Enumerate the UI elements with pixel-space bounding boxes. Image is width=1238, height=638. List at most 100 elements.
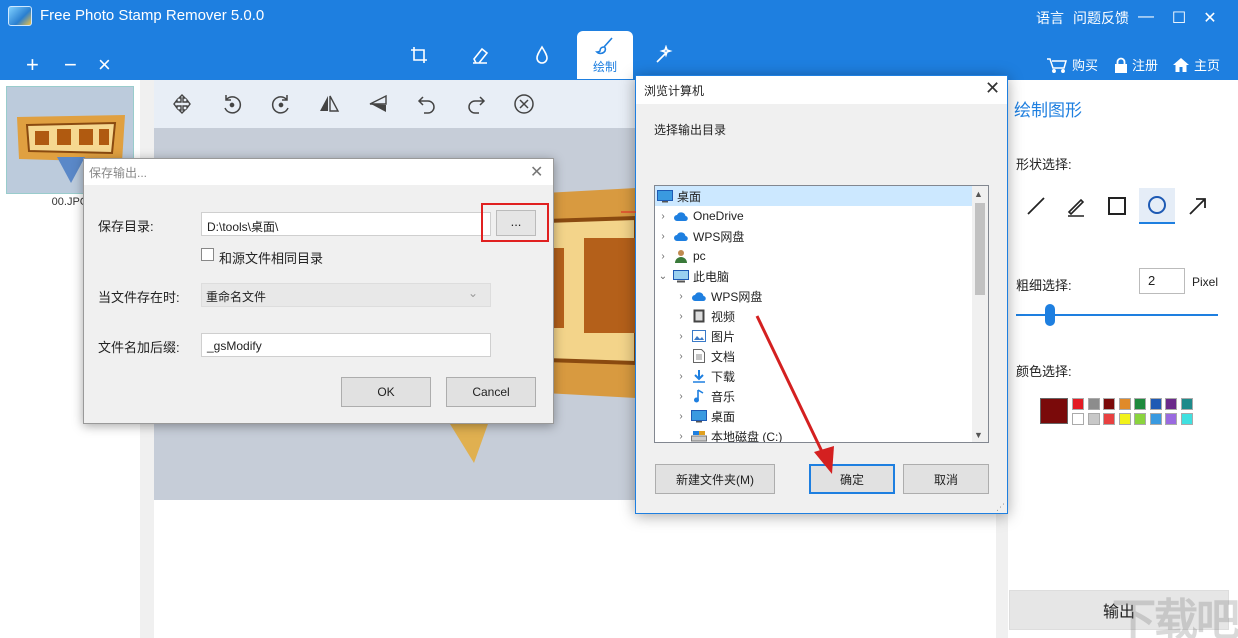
color-swatch[interactable] [1103,398,1115,410]
exists-label: 当文件存在时: [98,290,180,305]
tree-item[interactable]: ⌄ 此电脑 [655,266,988,286]
tree-item[interactable]: › 图片 [655,326,988,346]
chevron-right-icon[interactable]: › [675,391,687,402]
tree-item[interactable]: › 本地磁盘 (C:) [655,426,988,443]
thickness-label: 粗细选择: [1016,278,1072,293]
chevron-right-icon[interactable]: › [675,351,687,362]
color-swatch[interactable] [1087,413,1100,425]
tree-item[interactable]: 桌面 [655,186,988,206]
watermark: 下载吧 [1112,596,1238,638]
save-dialog-titlebar [84,159,553,185]
color-swatch[interactable] [1180,398,1193,410]
thickness-input[interactable]: 2 [1139,268,1185,294]
chevron-right-icon[interactable]: › [675,411,687,422]
color-swatch[interactable] [1165,413,1177,425]
color-swatch[interactable] [1134,398,1146,410]
mode-crop-button[interactable] [391,31,447,79]
flip-vertical-icon[interactable] [366,92,390,116]
tree-item[interactable]: › 桌面 [655,406,988,426]
color-swatch[interactable] [1072,398,1084,410]
mode-eraser-button[interactable] [452,31,508,79]
feedback-link[interactable]: 问题反馈 [1073,8,1129,28]
add-file-button[interactable]: + [26,54,39,76]
minimize-button[interactable]: — [1136,8,1156,26]
user-icon [673,249,689,263]
tree-item[interactable]: › WPS网盘 [655,286,988,306]
color-swatch[interactable] [1180,413,1193,425]
home-link[interactable]: 主页 [1172,55,1220,74]
scroll-down-icon[interactable]: ▼ [974,430,983,440]
buy-link[interactable]: 购买 [1046,55,1098,74]
ellipse-shape-button[interactable] [1139,188,1175,224]
mode-drop-button[interactable] [514,31,570,79]
chevron-right-icon[interactable]: › [675,291,687,302]
tree-item[interactable]: › 音乐 [655,386,988,406]
tree-scroll-thumb[interactable] [975,203,985,295]
same-dir-label: 和源文件相同目录 [219,251,324,266]
rotate-cw-icon[interactable] [269,92,293,116]
save-cancel-button[interactable]: Cancel [446,377,536,407]
mode-draw-button[interactable]: 绘制 [577,31,633,79]
chevron-right-icon[interactable]: › [675,311,687,322]
register-link[interactable]: 注册 [1114,55,1158,74]
color-swatch[interactable] [1118,413,1131,425]
remove-file-button[interactable]: − [64,54,77,76]
suffix-input[interactable]: _gsModify [201,333,491,357]
clear-files-button[interactable]: × [98,54,111,76]
redo-icon[interactable] [464,92,488,116]
chevron-right-icon[interactable]: › [657,231,669,242]
chevron-right-icon[interactable]: › [657,251,669,262]
rotate-ccw-icon[interactable] [220,92,244,116]
mode-wand-button[interactable] [636,31,692,79]
resize-grip-icon[interactable]: ⋰ [996,502,1005,513]
move-icon[interactable] [170,92,194,116]
color-swatch[interactable] [1072,413,1084,425]
video-icon [691,309,707,323]
app-logo-icon [8,6,32,26]
tree-item[interactable]: › 视频 [655,306,988,326]
maximize-button[interactable]: ☐ [1169,8,1189,28]
thickness-slider-handle[interactable] [1045,304,1055,326]
browse-cancel-button[interactable]: 取消 [903,464,989,494]
color-swatch[interactable] [1149,413,1162,425]
language-link[interactable]: 语言 [1036,8,1064,28]
tree-item[interactable]: › OneDrive [655,206,988,226]
color-swatch[interactable] [1149,398,1162,410]
save-ok-button[interactable]: OK [341,377,431,407]
chevron-right-icon[interactable]: › [675,431,687,442]
new-folder-button[interactable]: 新建文件夹(M) [655,464,775,494]
exists-select[interactable]: 重命名文件 ⌄ [201,283,491,307]
save-dialog-close-button[interactable]: ✕ [530,162,543,182]
chevron-right-icon[interactable]: › [657,211,669,222]
close-window-button[interactable]: ✕ [1200,8,1220,28]
line-shape-button[interactable] [1018,188,1054,224]
rectangle-shape-button[interactable] [1099,188,1135,224]
computer-icon [673,269,689,283]
same-dir-checkbox[interactable] [201,248,214,261]
tree-item[interactable]: › WPS网盘 [655,226,988,246]
tree-item[interactable]: › 文档 [655,346,988,366]
arrow-shape-button[interactable] [1180,188,1216,224]
browse-ok-button[interactable]: 确定 [809,464,895,494]
scroll-up-icon[interactable]: ▲ [974,189,983,199]
flip-horizontal-icon[interactable] [317,92,341,116]
save-dir-input[interactable]: D:\tools\桌面\ [201,212,491,236]
buy-label: 购买 [1072,58,1099,73]
color-swatch[interactable] [1103,413,1115,425]
color-swatch[interactable] [1165,398,1177,410]
clear-icon[interactable] [512,92,536,116]
chevron-right-icon[interactable]: › [675,371,687,382]
pen-shape-button[interactable] [1058,188,1094,224]
chevron-down-icon[interactable]: ⌄ [657,271,669,282]
picture-icon [691,329,707,343]
undo-icon[interactable] [415,92,439,116]
current-color-swatch[interactable] [1040,398,1068,424]
browse-dialog-close-button[interactable]: ✕ [985,78,1000,99]
color-swatch[interactable] [1118,398,1131,410]
color-swatch[interactable] [1087,398,1100,410]
chevron-right-icon[interactable]: › [675,331,687,342]
home-label: 主页 [1194,58,1221,73]
color-swatch[interactable] [1134,413,1146,425]
tree-item[interactable]: › pc [655,246,988,266]
tree-item[interactable]: › 下载 [655,366,988,386]
